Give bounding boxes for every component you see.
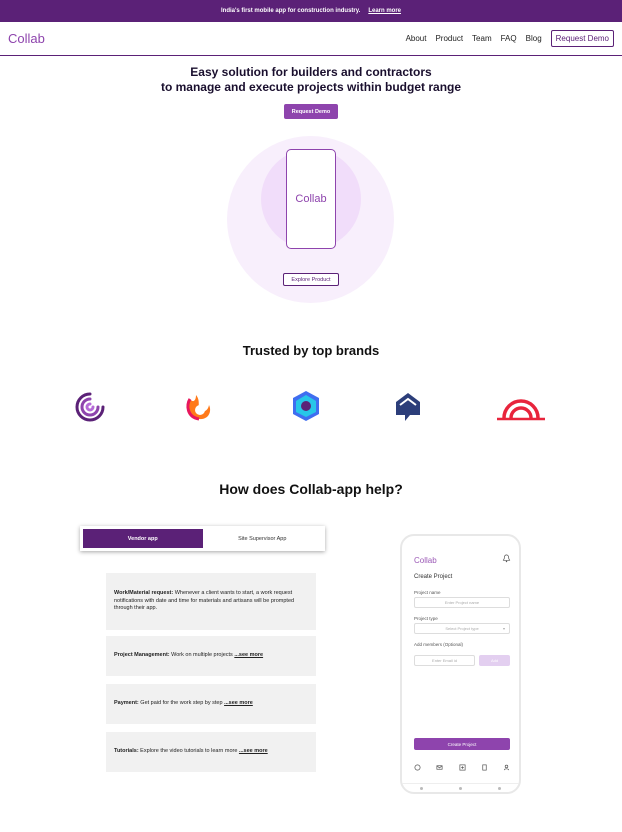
hero-phone-label: Collab bbox=[295, 193, 327, 205]
nav-team[interactable]: Team bbox=[472, 34, 492, 43]
announcement-bar: India's first mobile app for constructio… bbox=[0, 0, 622, 22]
feature-card-payment: Payment: Get paid for the work step by s… bbox=[106, 684, 316, 724]
create-project-button[interactable]: Create Project bbox=[414, 738, 510, 750]
hero-title-line1: Easy solution for builders and contracto… bbox=[190, 65, 432, 79]
hero-phone: Collab bbox=[286, 149, 336, 249]
system-nav-dot bbox=[498, 787, 501, 790]
tab-site-supervisor-app[interactable]: Site Supervisor App bbox=[203, 529, 323, 548]
feature-card-title: Tutorials: bbox=[114, 748, 139, 755]
project-type-label: Project type bbox=[414, 616, 438, 621]
explore-product-button[interactable]: Explore Product bbox=[283, 273, 339, 286]
document-icon[interactable] bbox=[481, 764, 488, 771]
project-name-input[interactable]: Enter Project name bbox=[414, 597, 510, 608]
feature-card-title: Project Management: bbox=[114, 652, 170, 659]
logo[interactable]: Collab bbox=[8, 31, 45, 46]
nav-about[interactable]: About bbox=[406, 34, 427, 43]
help-title: How does Collab-app help? bbox=[219, 481, 403, 497]
learn-more-link[interactable]: Learn more bbox=[368, 8, 401, 14]
see-more-link[interactable]: ...see more bbox=[234, 652, 263, 658]
project-type-select[interactable]: Select Project type ▾ bbox=[414, 623, 510, 634]
announcement-text: India's first mobile app for constructio… bbox=[220, 8, 361, 14]
hero-title: Easy solution for builders and contracto… bbox=[0, 65, 622, 95]
add-icon[interactable] bbox=[459, 764, 466, 771]
email-input[interactable]: Enter Email id bbox=[414, 655, 475, 666]
profile-icon[interactable] bbox=[503, 764, 510, 771]
nav-product[interactable]: Product bbox=[435, 34, 463, 43]
request-demo-nav-button[interactable]: Request Demo bbox=[550, 30, 614, 47]
rainbow-logo-icon bbox=[497, 399, 545, 421]
feature-card-work-request: Work/Material request: Whenever a client… bbox=[106, 573, 316, 630]
feature-card-text: Work on multiple projects bbox=[169, 652, 235, 659]
bell-icon bbox=[502, 554, 511, 563]
mockup-screen-title: Create Project bbox=[414, 574, 453, 580]
feature-card-title: Payment: bbox=[114, 700, 139, 707]
chevron-down-icon: ▾ bbox=[502, 626, 505, 631]
tab-vendor-app[interactable]: Vendor app bbox=[83, 529, 203, 548]
mail-icon[interactable] bbox=[436, 764, 443, 771]
house-logo-icon bbox=[396, 393, 420, 421]
home-icon[interactable] bbox=[414, 764, 421, 771]
system-nav-bar bbox=[402, 783, 519, 793]
nav-links: About Product Team FAQ Blog Request Demo bbox=[406, 30, 614, 47]
navbar: Collab About Product Team FAQ Blog Reque… bbox=[0, 22, 622, 56]
project-type-placeholder: Select Project type bbox=[445, 626, 479, 631]
mockup-bottom-nav bbox=[414, 764, 510, 771]
feature-card-project-management: Project Management: Work on multiple pro… bbox=[106, 636, 316, 676]
mockup-logo: Collab bbox=[414, 556, 437, 565]
see-more-link[interactable]: ...see more bbox=[224, 700, 253, 706]
hexagon-logo-icon bbox=[293, 391, 319, 421]
nav-faq[interactable]: FAQ bbox=[501, 34, 517, 43]
feature-card-text: Get paid for the work step by step bbox=[138, 700, 225, 707]
feature-card-tutorials: Tutorials: Explore the video tutorials t… bbox=[106, 732, 316, 772]
spiral-logo-icon bbox=[75, 392, 105, 422]
see-more-link[interactable]: ...see more bbox=[239, 748, 268, 754]
brands-title: Trusted by top brands bbox=[242, 343, 380, 358]
add-member-button[interactable]: Add bbox=[479, 655, 510, 666]
system-nav-dot bbox=[420, 787, 423, 790]
app-mockup: Collab Create Project Project name Enter… bbox=[400, 534, 521, 794]
flame-logo-icon bbox=[186, 395, 211, 421]
members-label: Add members (Optional) bbox=[414, 642, 464, 647]
project-name-label: Project name bbox=[414, 590, 441, 595]
hero-title-line2: to manage and execute projects within bu… bbox=[160, 80, 462, 94]
system-nav-dot bbox=[459, 787, 462, 790]
request-demo-button[interactable]: Request Demo bbox=[284, 104, 338, 119]
app-tabs: Vendor app Site Supervisor App bbox=[80, 526, 325, 551]
nav-blog[interactable]: Blog bbox=[526, 34, 542, 43]
feature-card-text: Explore the video tutorials to learn mor… bbox=[138, 748, 239, 755]
feature-card-title: Work/Material request: bbox=[114, 590, 174, 597]
